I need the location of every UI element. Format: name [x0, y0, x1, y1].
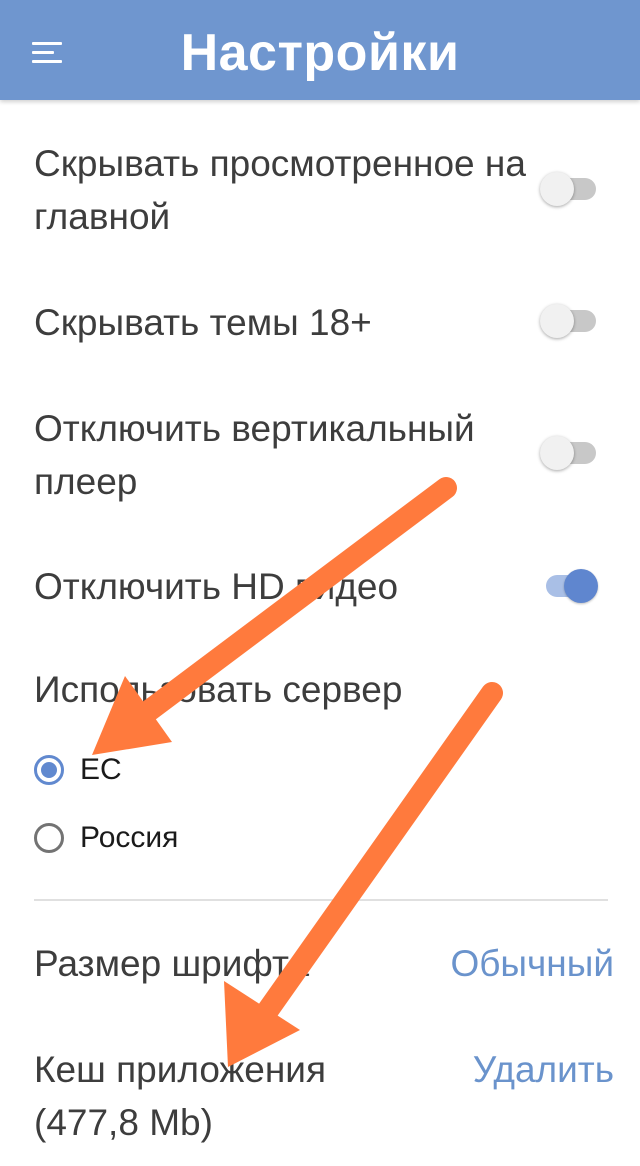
radio-unchecked-icon: [34, 823, 64, 853]
font-size-label: Размер шрифта: [34, 943, 310, 984]
disable-vertical-player-switch[interactable]: [540, 428, 596, 478]
switch-thumb: [564, 569, 598, 603]
server-option-eu[interactable]: ЕС: [34, 745, 122, 795]
server-option-label: Россия: [80, 821, 179, 854]
hide-18plus-switch[interactable]: [540, 296, 596, 346]
server-section-label: Использовать сервер: [34, 669, 403, 710]
hide-18plus-label: Скрывать темы 18+: [34, 302, 372, 343]
hide-watched-label: Скрывать просмотренное на главной: [34, 143, 526, 237]
server-option-label: ЕС: [80, 753, 122, 786]
disable-hd-video-label: Отключить HD видео: [34, 566, 399, 607]
disable-vertical-player-label: Отключить вертикальный плеер: [34, 408, 475, 502]
switch-thumb: [540, 172, 574, 206]
radio-checked-icon: [34, 755, 64, 785]
disable-hd-video-switch[interactable]: [540, 561, 598, 611]
switch-thumb: [540, 304, 574, 338]
cache-label: Кеш приложения (477,8 Mb): [34, 1049, 327, 1143]
hide-watched-switch[interactable]: [540, 164, 596, 214]
server-option-russia[interactable]: Россия: [34, 813, 178, 863]
section-divider: [34, 899, 608, 901]
font-size-value[interactable]: Обычный: [450, 937, 614, 990]
delete-cache-button[interactable]: Удалить: [473, 1043, 614, 1096]
app-bar: Настройки: [0, 0, 640, 100]
page-title: Настройки: [180, 24, 460, 82]
arrow-to-cache-icon: [224, 682, 503, 1067]
switch-thumb: [540, 436, 574, 470]
